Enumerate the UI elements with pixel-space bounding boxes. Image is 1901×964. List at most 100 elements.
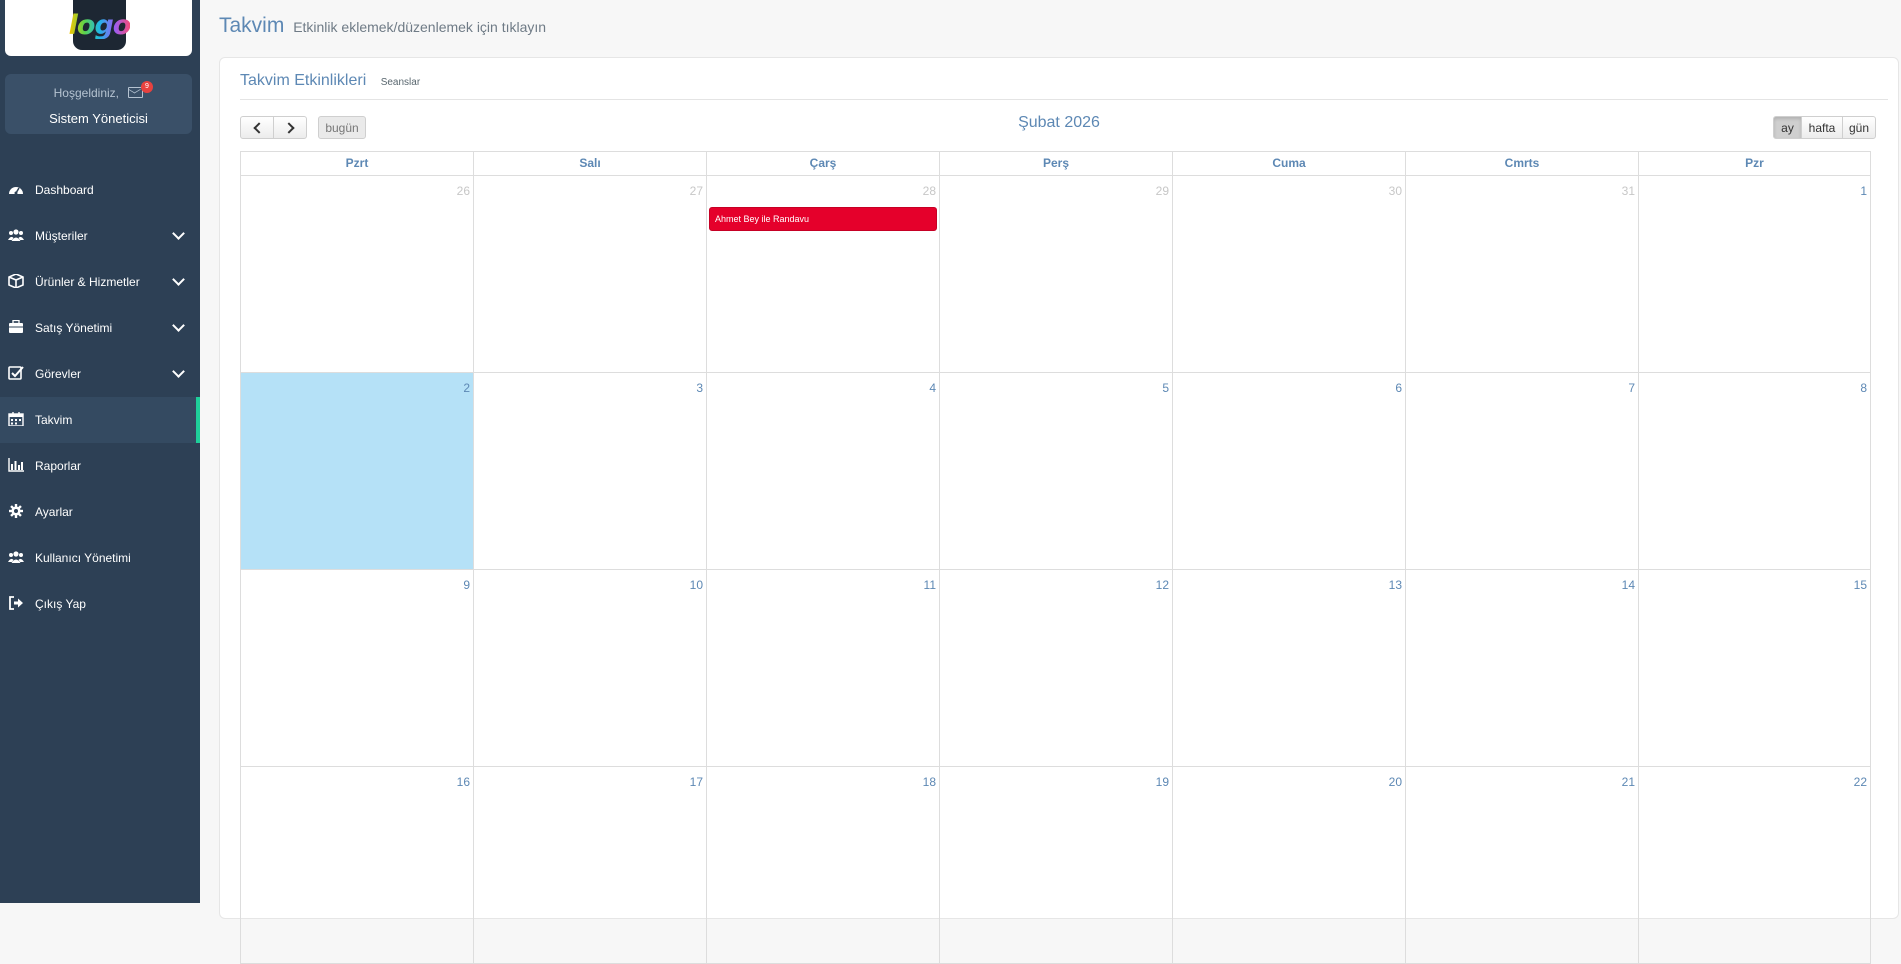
user-name: Sistem Yöneticisi	[49, 111, 148, 126]
welcome-text: Hoşgeldiniz,	[53, 86, 120, 100]
day-cell[interactable]: 1	[1638, 176, 1871, 373]
weekday-label: Pzr	[1638, 151, 1871, 176]
today-day-cell[interactable]: 2	[240, 373, 473, 570]
page-title-text: Takvim	[219, 14, 285, 37]
sidebar-item-label: Müşteriler	[35, 229, 88, 243]
weekday-header: Pzrt Salı Çarş Perş Cuma Cmrts Pzr	[240, 151, 1876, 176]
day-cell[interactable]: 7	[1405, 373, 1638, 570]
day-cell[interactable]: 8	[1638, 373, 1871, 570]
sidebar-item-label: Takvim	[35, 413, 73, 427]
day-number: 2	[463, 381, 470, 395]
sidebar-item-görevler[interactable]: Görevler	[0, 351, 200, 397]
day-view-button[interactable]: gün	[1842, 116, 1876, 139]
day-cell[interactable]: 21	[1405, 767, 1638, 964]
sidebar-item-label: Satış Yönetimi	[35, 321, 113, 335]
sign-out-icon	[8, 596, 24, 610]
day-cell[interactable]: 31	[1405, 176, 1638, 373]
month-view-button[interactable]: ay	[1773, 116, 1802, 139]
month-title: Şubat 2026	[1018, 114, 1100, 131]
box-icon	[8, 273, 24, 289]
users-icon	[8, 228, 24, 242]
sidebar-item-raporlar[interactable]: Raporlar	[0, 443, 200, 489]
logo[interactable]: logo	[69, 0, 131, 50]
day-cell[interactable]: 6	[1172, 373, 1405, 570]
sidebar-item-müşteriler[interactable]: Müşteriler	[0, 213, 200, 259]
sidebar-item-ürünler-hizmetler[interactable]: Ürünler & Hizmetler	[0, 259, 200, 305]
day-number: 11	[923, 578, 936, 592]
day-cell[interactable]: 22	[1638, 767, 1871, 964]
week-view-button[interactable]: hafta	[1801, 116, 1843, 139]
day-cell[interactable]: 10	[473, 570, 706, 767]
briefcase-icon	[8, 319, 24, 334]
day-number: 1	[1860, 184, 1867, 198]
day-cell[interactable]: 19	[939, 767, 1172, 964]
day-cell[interactable]: 4	[706, 373, 939, 570]
weekday-label: Cmrts	[1405, 151, 1638, 176]
welcome-card: Hoşgeldiniz, 9 Sistem Yöneticisi	[5, 74, 192, 134]
day-cell[interactable]: 12	[939, 570, 1172, 767]
sidebar-item-label: Görevler	[35, 367, 82, 381]
day-cell[interactable]: 5	[939, 373, 1172, 570]
day-number: 14	[1621, 578, 1635, 592]
day-cell[interactable]: 16	[240, 767, 473, 964]
chevron-down-icon	[172, 227, 185, 240]
day-number: 29	[1155, 184, 1169, 198]
day-cell[interactable]: 20	[1172, 767, 1405, 964]
day-number: 15	[1853, 578, 1867, 592]
chevron-down-icon	[172, 365, 185, 378]
day-cell[interactable]: 17	[473, 767, 706, 964]
tab-seanslar[interactable]: Seanslar	[381, 77, 420, 88]
day-number: 4	[929, 381, 936, 395]
sidebar-item-label: Ayarlar	[35, 505, 73, 519]
day-number: 20	[1388, 775, 1402, 789]
week-row: 26 27 28 Ahmet Bey ile Randavu 29 30 31 1	[240, 176, 1876, 373]
day-number: 19	[1155, 775, 1169, 789]
day-cell[interactable]: 14	[1405, 570, 1638, 767]
day-cell[interactable]: 3	[473, 373, 706, 570]
day-number: 26	[456, 184, 470, 198]
weekday-label: Cuma	[1172, 151, 1405, 176]
sidebar-item-satış-yönetimi[interactable]: Satış Yönetimi	[0, 305, 200, 351]
weekday-label: Pzrt	[240, 151, 473, 176]
panel-title: Takvim Etkinlikleri Seanslar	[240, 72, 420, 90]
sidebar-item-takvim[interactable]: Takvim	[0, 397, 200, 443]
day-cell[interactable]: 30	[1172, 176, 1405, 373]
sidebar-item-çıkış-yap[interactable]: Çıkış Yap	[0, 581, 200, 627]
weekday-label: Salı	[473, 151, 706, 176]
divider	[240, 99, 1888, 100]
day-cell[interactable]: 13	[1172, 570, 1405, 767]
chevron-down-icon	[172, 273, 185, 286]
weekday-label: Çarş	[706, 151, 939, 176]
sidebar-nav: Dashboard Müşteriler Ürünler & Hizmetler Sa…	[0, 167, 200, 627]
sidebar-item-label: Raporlar	[35, 459, 82, 473]
day-cell[interactable]: 15	[1638, 570, 1871, 767]
sidebar-item-dashboard[interactable]: Dashboard	[0, 167, 200, 213]
day-number: 22	[1853, 775, 1867, 789]
day-cell[interactable]: 28 Ahmet Bey ile Randavu	[706, 176, 939, 373]
day-number: 27	[689, 184, 703, 198]
page-title: Takvim Etkinlik eklemek/düzenlemek için …	[219, 14, 546, 38]
message-count-badge: 9	[141, 81, 153, 93]
day-cell[interactable]: 29	[939, 176, 1172, 373]
day-cell[interactable]: 27	[473, 176, 706, 373]
day-number: 30	[1388, 184, 1402, 198]
day-cell[interactable]: 18	[706, 767, 939, 964]
calendar-icon	[8, 412, 24, 427]
day-number: 5	[1162, 381, 1169, 395]
day-number: 31	[1621, 184, 1635, 198]
calendar-event[interactable]: Ahmet Bey ile Randavu	[709, 207, 937, 231]
day-cell[interactable]: 26	[240, 176, 473, 373]
day-cell[interactable]: 9	[240, 570, 473, 767]
day-number: 7	[1628, 381, 1635, 395]
welcome-line: Hoşgeldiniz,	[5, 86, 192, 100]
panel-title-text: Takvim Etkinlikleri	[240, 72, 367, 89]
gear-icon	[8, 504, 24, 518]
day-cell[interactable]: 11	[706, 570, 939, 767]
sidebar-item-kullanıcı-yönetimi[interactable]: Kullanıcı Yönetimi	[0, 535, 200, 581]
week-row: 16 17 18 19 20 21 22	[240, 767, 1876, 964]
sidebar-item-ayarlar[interactable]: Ayarlar	[0, 489, 200, 535]
day-number: 9	[463, 578, 470, 592]
week-row: 2 3 4 5 6 7 8	[240, 373, 1876, 570]
day-number: 8	[1860, 381, 1867, 395]
day-number: 28	[922, 184, 936, 198]
